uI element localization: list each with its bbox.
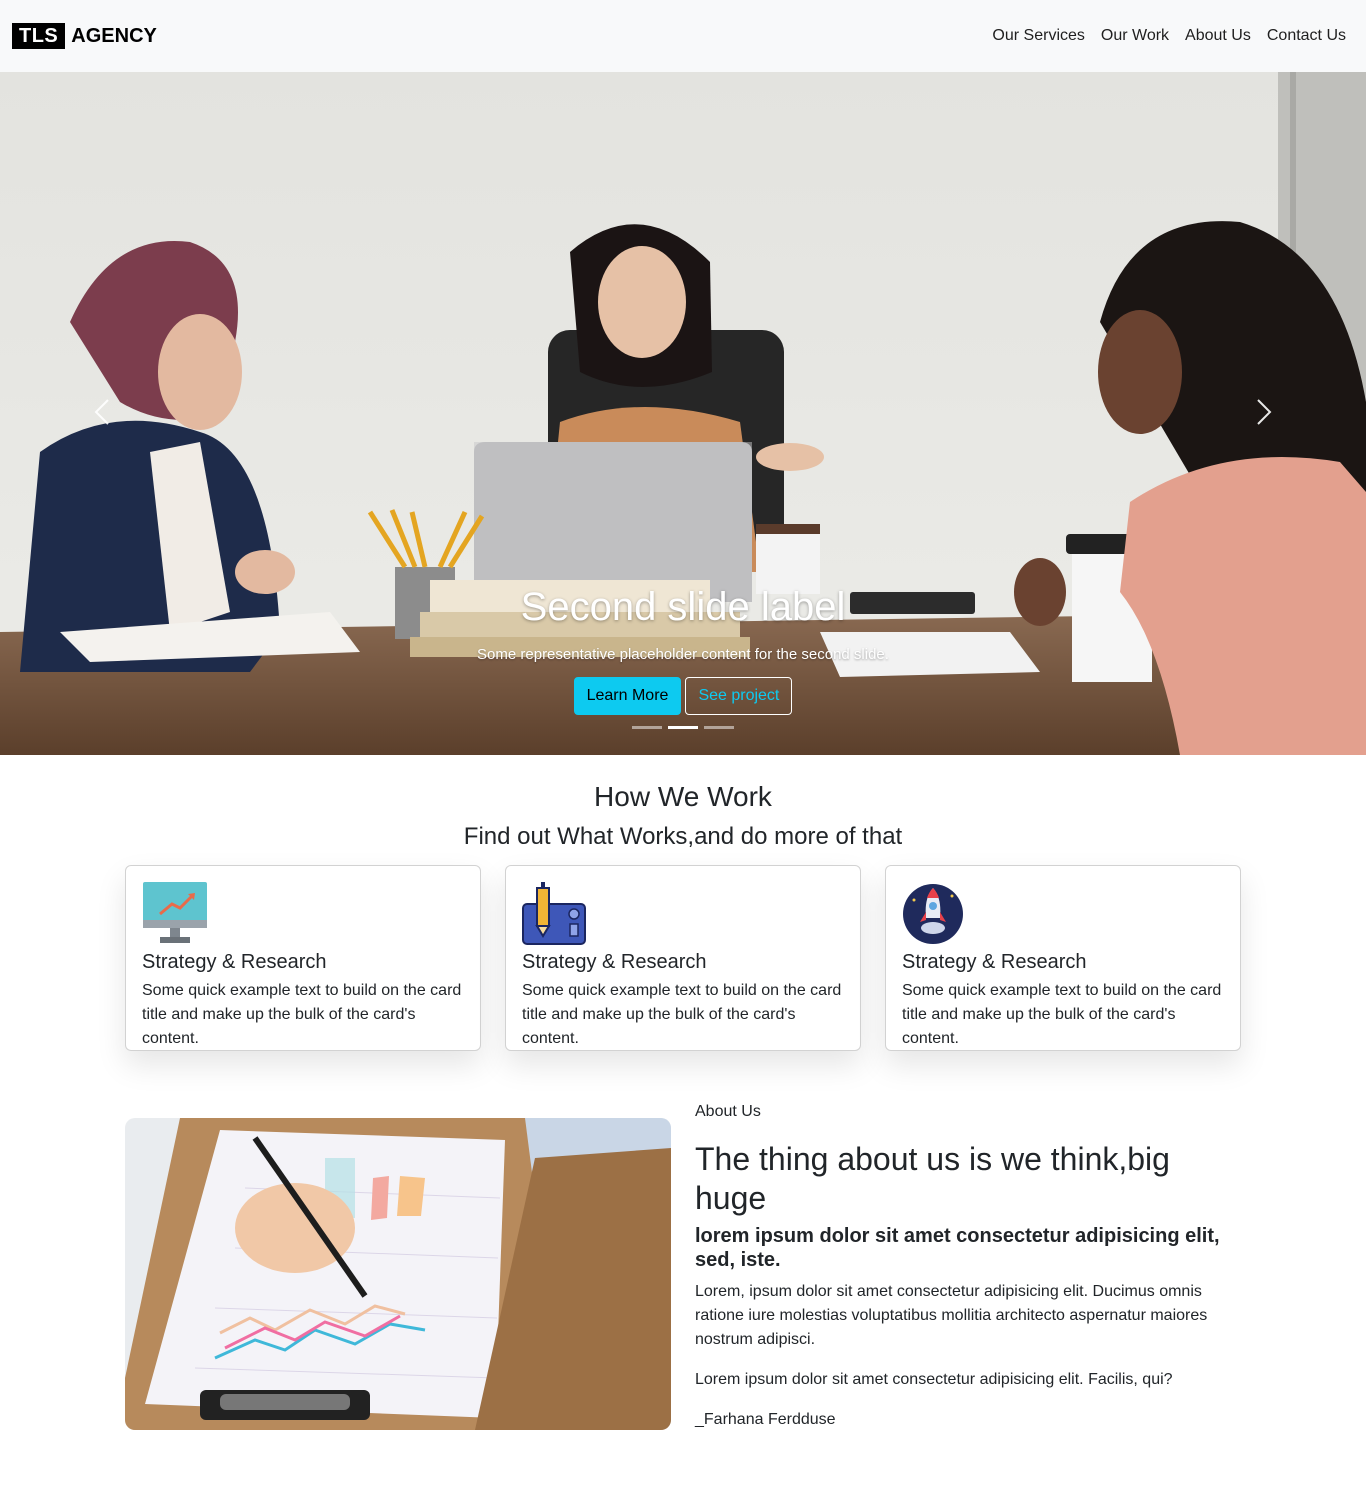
brand-logo[interactable]: TLS AGENCY [12,23,157,49]
carousel-indicator-1[interactable] [632,726,662,729]
section-subtitle: Find out What Works,and do more of that [463,823,903,850]
nav-link-about-us[interactable]: About Us [1185,26,1251,46]
carousel-prev-button[interactable] [82,392,122,432]
service-card: Strategy & Research Some quick example t… [125,865,481,1051]
rocket-icon [903,884,963,944]
about-paragraph-1: Lorem, ipsum dolor sit amet consectetur … [695,1283,1208,1348]
about-paragraph-2: Lorem ipsum dolor sit amet consectetur a… [695,1371,1173,1388]
about-signature: _Farhana Ferdduse [695,1411,836,1428]
card-text: Some quick example text to build on the … [902,982,1222,1047]
section-title: How We Work [594,781,772,812]
monitor-chart-icon [143,882,207,943]
brand-box: TLS [12,23,66,49]
chevron-right-icon [1257,399,1272,425]
card-text: Some quick example text to build on the … [142,982,462,1047]
slide-text: Some representative placeholder content … [477,646,889,663]
card-row: Strategy & Research Some quick example t… [125,865,1241,1051]
carousel-indicators [0,726,1366,729]
card-title: Strategy & Research [142,951,327,973]
nav-links: Our Services Our Work About Us Contact U… [992,26,1346,46]
hero-buttons: Learn More See project [0,677,1366,715]
brand-text: AGENCY [71,25,157,47]
carousel-next-button[interactable] [1244,392,1284,432]
about-content: About Us The thing about us is we think,… [695,1100,1243,1432]
clipboard-chart-photo [125,1118,671,1430]
carousel-indicator-3[interactable] [704,726,734,729]
card-title: Strategy & Research [902,951,1087,973]
about-title: The thing about us is we think,big huge [695,1141,1170,1216]
about-lead: lorem ipsum dolor sit amet consectetur a… [695,1225,1220,1271]
learn-more-button[interactable]: Learn More [573,677,682,715]
pencil-tablet-icon [522,882,586,945]
chevron-left-icon [94,399,109,425]
navbar: TLS AGENCY Our Services Our Work About U… [0,0,1366,72]
card-text: Some quick example text to build on the … [522,982,842,1047]
carousel-caption: Second slide label Some representative p… [0,580,1366,665]
hero-carousel: Second slide label Some representative p… [0,72,1366,755]
nav-link-contact-us[interactable]: Contact Us [1267,26,1346,46]
about-kicker: About Us [695,1103,761,1120]
nav-link-our-work[interactable]: Our Work [1101,26,1169,46]
carousel-indicator-2[interactable] [668,726,698,729]
about-image [125,1118,671,1430]
see-project-button[interactable]: See project [685,677,793,715]
service-card: Strategy & Research Some quick example t… [885,865,1241,1051]
card-title: Strategy & Research [522,951,707,973]
service-card: Strategy & Research Some quick example t… [505,865,861,1051]
nav-link-our-services[interactable]: Our Services [992,26,1084,46]
slide-title: Second slide label [520,585,846,629]
